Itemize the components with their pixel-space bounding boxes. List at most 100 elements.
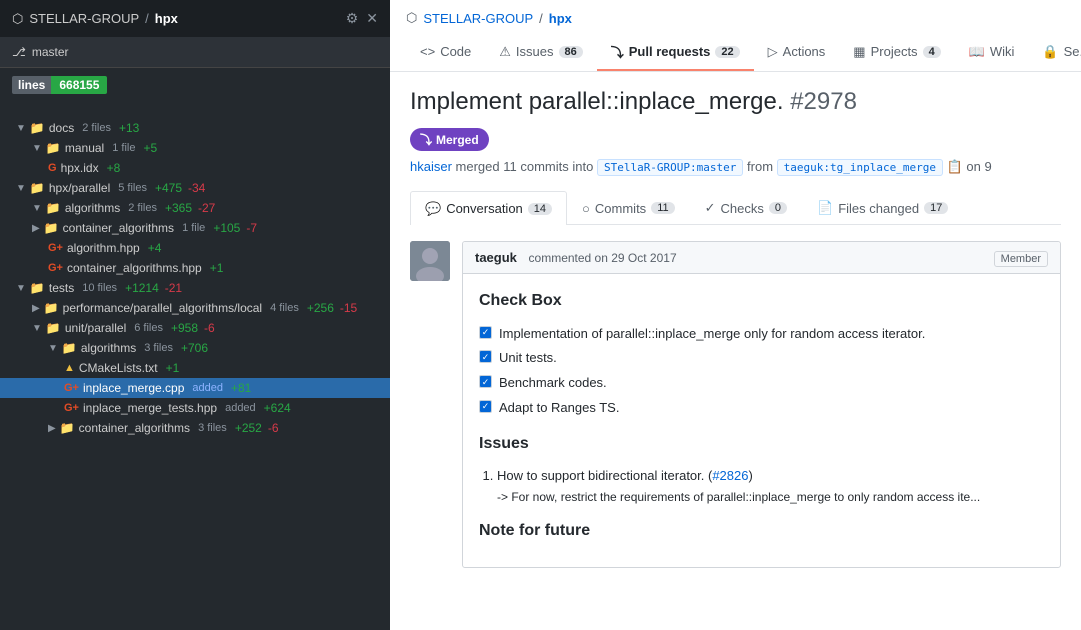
file-icon: G+ — [64, 402, 79, 414]
added-count: +1 — [166, 361, 180, 375]
filename: inplace_merge_tests.hpp — [83, 401, 217, 415]
tree-item-algorithms-1[interactable]: ▼ 📁 algorithms 2 files +365 -27 — [0, 198, 390, 218]
added-label: added — [192, 382, 223, 394]
issue-link[interactable]: #2826 — [712, 468, 748, 483]
sidebar-header: ⬡ STELLAR-GROUP / hpx ⚙ ✕ — [0, 0, 390, 37]
issue-sub-text: -> For now, restrict the requirements of… — [497, 488, 1044, 506]
commits-icon: ○ — [582, 201, 590, 216]
security-icon: 🔒 — [1042, 44, 1058, 60]
pr-icon: ⤵ — [611, 42, 624, 61]
issue-item: How to support bidirectional iterator. (… — [497, 466, 1044, 506]
removed-count: -6 — [268, 421, 279, 435]
added-count: +81 — [231, 381, 251, 395]
tree-item-cmakelists[interactable]: ▲ CMakeLists.txt +1 — [0, 358, 390, 378]
tree-item-algorithms-2[interactable]: ▼ 📁 algorithms 3 files +706 — [0, 338, 390, 358]
count-info: 5 files — [118, 182, 147, 194]
subtab-checks[interactable]: ✓ Checks 0 — [690, 191, 802, 224]
file-tree: ▼ 📁 docs 2 files +13 ▼ 📁 manual 1 file +… — [0, 112, 390, 444]
filename: container_algorithms — [63, 221, 174, 235]
repo-icon: ⬡ — [12, 11, 23, 27]
pr-meta-commits-text: commits into — [520, 159, 597, 174]
subtab-conversation[interactable]: 💬 Conversation 14 — [410, 191, 567, 225]
filename: hpx.idx — [61, 161, 99, 175]
gear-icon[interactable]: ⚙ — [346, 10, 359, 27]
tree-item-container-algorithms-1[interactable]: ▶ 📁 container_algorithms 1 file +105 -7 — [0, 218, 390, 238]
file-icon: G+ — [48, 262, 63, 274]
pr-count: 22 — [715, 46, 739, 58]
tree-item-container-algorithms-hpp[interactable]: G+ container_algorithms.hpp +1 — [0, 258, 390, 278]
tab-wiki-label: Wiki — [990, 44, 1015, 59]
removed-count: -15 — [340, 301, 357, 315]
sidebar: ⬡ STELLAR-GROUP / hpx ⚙ ✕ ⎇ master lines… — [0, 0, 390, 630]
code-icon: <> — [420, 44, 435, 59]
tree-item-hpx-idx[interactable]: G hpx.idx +8 — [0, 158, 390, 178]
count-info: 3 files — [198, 422, 227, 434]
comment-author[interactable]: taeguk — [475, 250, 517, 265]
expand-icon: ▶ — [48, 423, 56, 434]
pr-number: #2978 — [790, 88, 857, 115]
tab-actions[interactable]: ▷ Actions — [754, 34, 840, 71]
tab-issues[interactable]: ⚠ Issues 86 — [485, 34, 596, 71]
tab-security[interactable]: 🔒 Se... — [1028, 34, 1081, 71]
tree-item-container-algorithms-2[interactable]: ▶ 📁 container_algorithms 3 files +252 -6 — [0, 418, 390, 438]
lines-badge-row: lines 668155 — [0, 68, 390, 102]
projects-icon: ▦ — [853, 44, 865, 60]
tree-item-inplace-merge-tests[interactable]: G+ inplace_merge_tests.hpp added +624 — [0, 398, 390, 418]
issues-icon: ⚠ — [499, 44, 511, 60]
checklist-text: Benchmark codes. — [499, 373, 607, 394]
comment-area: taeguk commented on 29 Oct 2017 Member C… — [410, 241, 1061, 568]
issues-list: How to support bidirectional iterator. (… — [497, 466, 1044, 506]
sidebar-repo[interactable]: hpx — [155, 11, 178, 26]
tab-code[interactable]: <> Code — [406, 34, 485, 71]
pr-meta-merged-text: merged — [456, 159, 504, 174]
tab-wiki[interactable]: 📖 Wiki — [955, 34, 1029, 71]
close-icon[interactable]: ✕ — [366, 10, 378, 27]
comment-date: commented on 29 Oct 2017 — [529, 251, 677, 265]
checklist-text: Adapt to Ranges TS. — [499, 398, 619, 419]
tree-item-tests[interactable]: ▼ 📁 tests 10 files +1214 -21 — [0, 278, 390, 298]
added-count: +4 — [148, 241, 162, 255]
count-info: 4 files — [270, 302, 299, 314]
subtab-commits[interactable]: ○ Commits 11 — [567, 191, 690, 224]
folder-icon: 📁 — [60, 421, 75, 435]
tree-item-inplace-merge-cpp[interactable]: G+ inplace_merge.cpp added +81 — [0, 378, 390, 398]
branch-name[interactable]: master — [32, 45, 69, 59]
subtab-files-changed[interactable]: 📄 Files changed 17 — [802, 191, 963, 224]
pr-meta-row: ⤵ Merged hkaiser merged 11 commits into … — [410, 128, 1061, 175]
tree-item-manual[interactable]: ▼ 📁 manual 1 file +5 — [0, 138, 390, 158]
pr-author-link[interactable]: hkaiser — [410, 159, 452, 174]
pr-head-branch[interactable]: taeguk:tg_inplace_merge — [777, 159, 943, 176]
tree-item-unit-parallel[interactable]: ▼ 📁 unit/parallel 6 files +958 -6 — [0, 318, 390, 338]
sidebar-org[interactable]: STELLAR-GROUP — [29, 11, 139, 26]
folder-icon: 📁 — [44, 301, 59, 315]
filename: tests — [49, 281, 74, 295]
tree-item-perf-parallel[interactable]: ▶ 📁 performance/parallel_algorithms/loca… — [0, 298, 390, 318]
filename: performance/parallel_algorithms/local — [63, 301, 262, 315]
nav-home-icon: ⬡ — [406, 10, 417, 26]
repo-org-link[interactable]: STELLAR-GROUP — [423, 11, 533, 26]
added-count: +8 — [107, 161, 121, 175]
issues-count: 86 — [559, 46, 583, 58]
added-count: +5 — [143, 141, 157, 155]
tree-item-docs[interactable]: ▼ 📁 docs 2 files +13 — [0, 118, 390, 138]
tab-pull-requests[interactable]: ⤵ Pull requests 22 — [597, 34, 754, 71]
tree-item-algorithm-hpp[interactable]: G+ algorithm.hpp +4 — [0, 238, 390, 258]
filename: manual — [65, 141, 104, 155]
checkbox: ✓ — [479, 350, 492, 363]
subtab-commits-label: Commits — [595, 201, 646, 216]
tab-projects[interactable]: ▦ Projects 4 — [839, 34, 954, 71]
projects-count: 4 — [923, 46, 941, 58]
filename: algorithms — [65, 201, 120, 215]
comment-box: taeguk commented on 29 Oct 2017 Member C… — [462, 241, 1061, 568]
removed-count: -27 — [198, 201, 215, 215]
file-icon: G+ — [48, 242, 63, 254]
count-info: 2 files — [128, 202, 157, 214]
commits-count: 11 — [651, 202, 674, 214]
repo-name-link[interactable]: hpx — [549, 11, 572, 26]
pr-base-branch[interactable]: STellaR-GROUP:master — [597, 159, 743, 176]
tree-item-hpx-parallel[interactable]: ▼ 📁 hpx/parallel 5 files +475 -34 — [0, 178, 390, 198]
pr-meta-text: hkaiser merged 11 commits into STellaR-G… — [410, 159, 992, 175]
avatar-image — [410, 241, 450, 281]
checkbox: ✓ — [479, 375, 492, 388]
main-top: ⬡ STELLAR-GROUP / hpx <> Code ⚠ Issues 8… — [390, 0, 1081, 72]
